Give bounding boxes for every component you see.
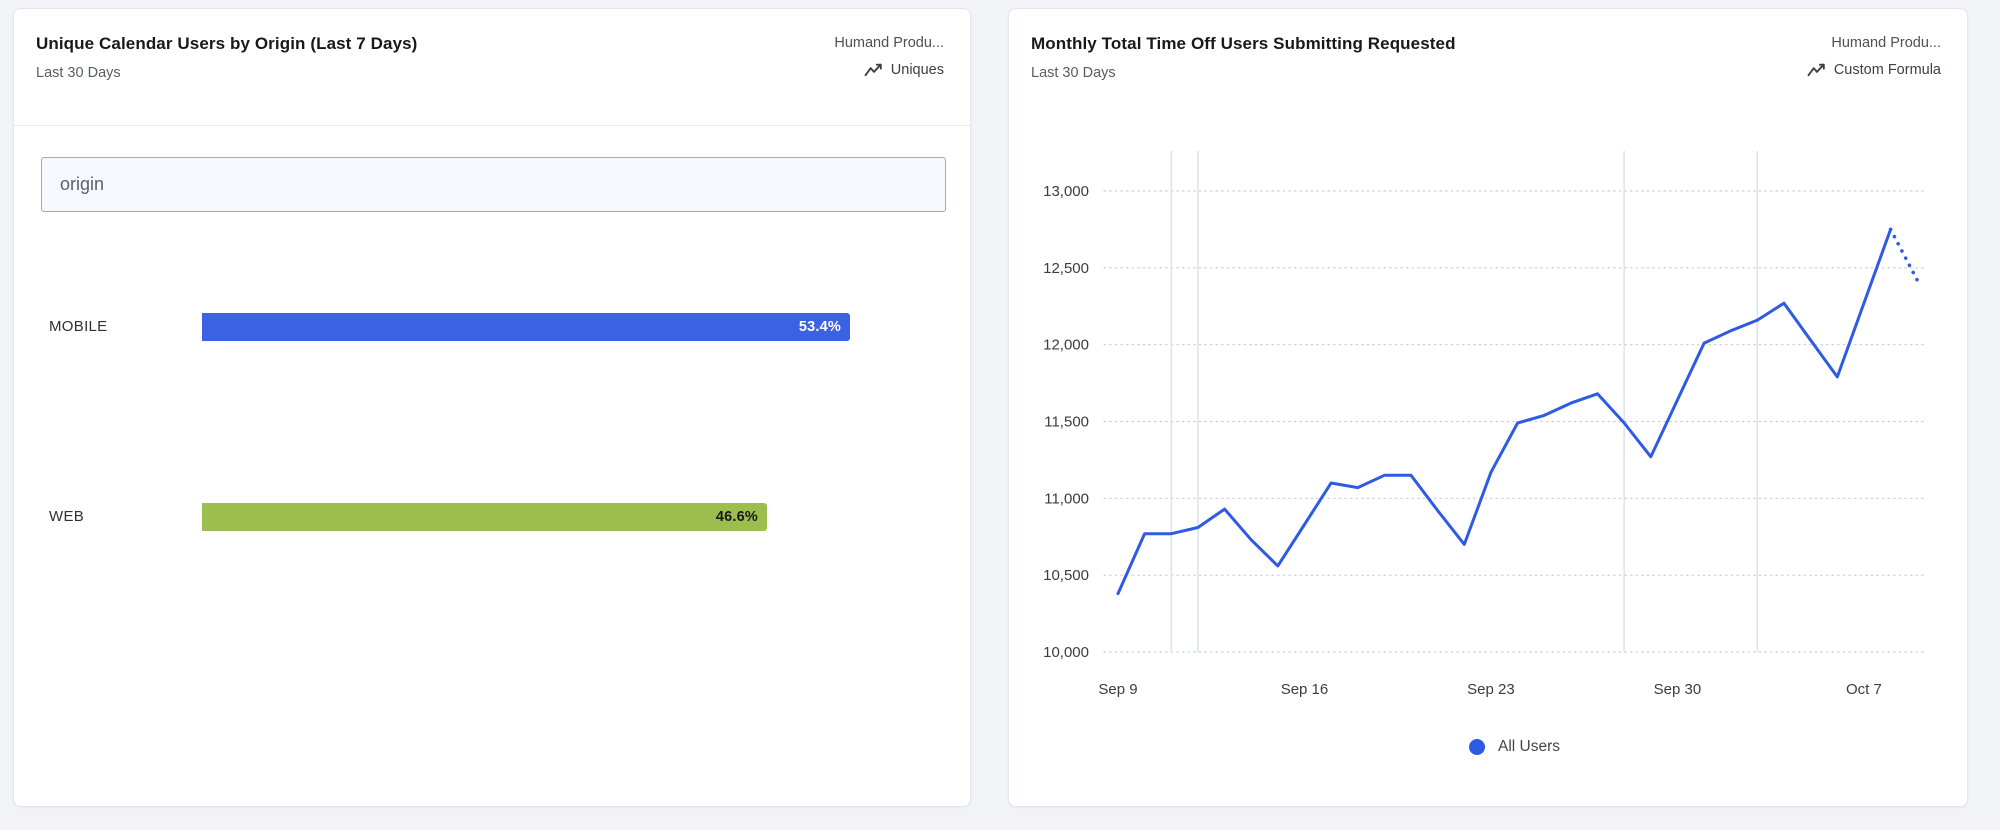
bar-value-label: 53.4%	[799, 313, 841, 341]
y-tick-label: 11,500	[1044, 414, 1089, 431]
y-tick-label: 12,500	[1043, 260, 1089, 277]
x-tick-label: Oct 7	[1846, 681, 1882, 698]
y-tick-label: 11,000	[1044, 490, 1089, 507]
legend-dot[interactable]	[1469, 739, 1485, 755]
time-off-line-chart: 10,000 10,500 11,000 11,500 12,000 12,500 13,0…	[1009, 9, 1969, 808]
legend-label[interactable]: All Users	[1498, 738, 1560, 756]
bar-row-web: WEB 46.6%	[14, 503, 970, 531]
x-tick-label: Sep 16	[1281, 681, 1329, 698]
bar-category-label: WEB	[49, 503, 84, 531]
bar-web[interactable]: 46.6%	[202, 503, 767, 531]
y-tick-label: 13,000	[1043, 183, 1089, 200]
bar-row-mobile: MOBILE 53.4%	[14, 313, 970, 341]
bar-category-label: MOBILE	[49, 313, 107, 341]
x-tick-label: Sep 23	[1467, 681, 1515, 698]
y-tick-label: 12,000	[1043, 337, 1089, 354]
origin-bar-chart: MOBILE 53.4% WEB 46.6%	[14, 9, 970, 806]
series-line-solid	[1118, 229, 1891, 593]
y-tick-label: 10,000	[1043, 644, 1089, 661]
x-tick-label: Sep 30	[1654, 681, 1702, 698]
dashboard: Unique Calendar Users by Origin (Last 7 …	[0, 0, 2000, 830]
card-monthly-time-off: Monthly Total Time Off Users Submitting …	[1008, 8, 1968, 807]
bar-value-label: 46.6%	[716, 503, 758, 531]
x-tick-label: Sep 9	[1098, 681, 1137, 698]
chart-legend: All Users	[1104, 738, 1925, 756]
bar-mobile[interactable]: 53.4%	[202, 313, 850, 341]
card-unique-calendar-users: Unique Calendar Users by Origin (Last 7 …	[13, 8, 971, 807]
y-tick-label: 10,500	[1043, 567, 1089, 584]
series-line-projected-dotted	[1891, 229, 1918, 280]
